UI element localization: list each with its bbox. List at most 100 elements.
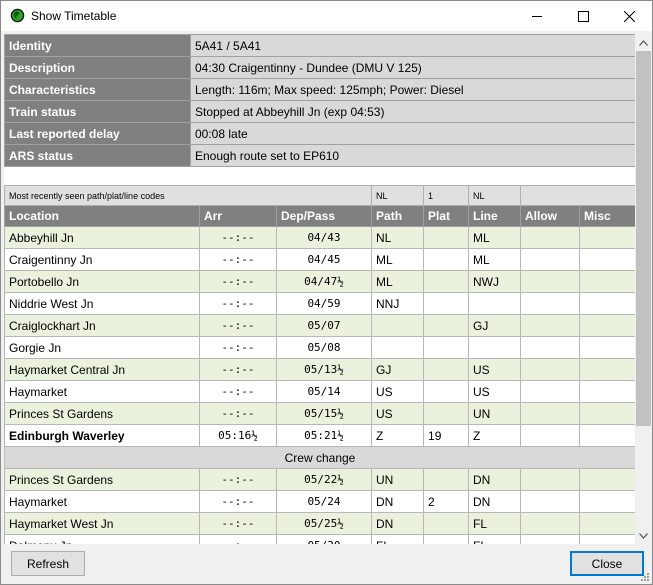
cell-allow xyxy=(520,512,581,535)
codes-plat: 1 xyxy=(423,185,470,206)
table-row[interactable]: Haymarket West Jn --:-- 05/25½ DN FL xyxy=(4,512,635,535)
cell-misc xyxy=(579,336,635,359)
table-row[interactable]: Princes St Gardens --:-- 05/22½ UN DN xyxy=(4,468,635,491)
cell-misc xyxy=(579,424,635,447)
cell-line xyxy=(468,292,522,315)
scrollbar-thumb[interactable] xyxy=(636,51,651,426)
cell-path: UN xyxy=(371,468,425,491)
cell-location: Haymarket xyxy=(4,380,200,403)
cell-line: US xyxy=(468,380,522,403)
codes-label: Most recently seen path/plat/line codes xyxy=(4,185,373,206)
cell-arr: --:-- xyxy=(199,336,277,359)
cell-allow xyxy=(520,490,581,513)
cell-misc xyxy=(579,314,635,337)
info-row: Description 04:30 Craigentinny - Dundee (… xyxy=(4,56,635,79)
table-row[interactable]: Haymarket --:-- 05/24 DN 2 DN xyxy=(4,490,635,513)
cell-location: Abbeyhill Jn xyxy=(4,226,200,249)
minimize-button[interactable] xyxy=(514,1,560,31)
cell-dep: 04/47½ xyxy=(275,270,373,293)
info-value: 5A41 / 5A41 xyxy=(190,34,635,57)
cell-location: Haymarket Central Jn xyxy=(4,358,200,381)
show-timetable-window: Show Timetable Identity 5A41 / 5A41 Descri… xyxy=(0,0,653,585)
col-path-header: Path xyxy=(371,205,425,227)
refresh-button[interactable]: Refresh xyxy=(11,551,85,576)
cell-dep: 05/30 xyxy=(275,534,373,544)
close-window-button[interactable] xyxy=(606,1,652,31)
cell-line: FL xyxy=(468,512,522,535)
cell-dep: 05/07 xyxy=(275,314,373,337)
table-row[interactable]: Dalmeny Jn--:--05/30FLFL xyxy=(4,534,635,544)
cell-arr: --:-- xyxy=(199,402,277,425)
cell-line: FL xyxy=(468,534,522,544)
close-button[interactable]: Close xyxy=(570,551,644,576)
globe-icon xyxy=(10,8,25,23)
info-label: Identity xyxy=(4,34,191,57)
cell-line: US xyxy=(468,358,522,381)
cell-dep: 05/22½ xyxy=(275,468,373,491)
table-row[interactable]: Craigentinny Jn --:-- 04/45 ML ML xyxy=(4,248,635,271)
table-row[interactable]: Edinburgh Waverley 05:16½ 05:21½ Z 19 Z xyxy=(4,424,635,447)
close-icon xyxy=(623,10,635,22)
cell-line: Z xyxy=(468,424,522,447)
cell-misc xyxy=(579,490,635,513)
cell-dep: 05/13½ xyxy=(275,358,373,381)
table-row[interactable]: Haymarket Central Jn --:-- 05/13½ GJ US xyxy=(4,358,635,381)
timetable-content: Identity 5A41 / 5A41 Description 04:30 Crai… xyxy=(4,34,635,544)
table-row[interactable]: Niddrie West Jn --:-- 04/59 NNJ xyxy=(4,292,635,315)
table-row[interactable]: Haymarket --:-- 05/14 US US xyxy=(4,380,635,403)
col-plat-header: Plat xyxy=(423,205,470,227)
info-row: Train status Stopped at Abbeyhill Jn (exp… xyxy=(4,100,635,123)
info-value: 04:30 Craigentinny - Dundee (DMU V 125) xyxy=(190,56,635,79)
cell-location: Craigentinny Jn xyxy=(4,248,200,271)
cell-dep: 04/43 xyxy=(275,226,373,249)
cell-dep: 04/45 xyxy=(275,248,373,271)
cell-arr: --:-- xyxy=(199,380,277,403)
table-row[interactable]: Craiglockhart Jn --:-- 05/07 GJ xyxy=(4,314,635,337)
cell-line: GJ xyxy=(468,314,522,337)
table-row[interactable]: Gorgie Jn --:-- 05/08 xyxy=(4,336,635,359)
cell-line: NWJ xyxy=(468,270,522,293)
cell-dep: 05/25½ xyxy=(275,512,373,535)
table-row[interactable]: Princes St Gardens --:-- 05/15½ US UN xyxy=(4,402,635,425)
codes-row: Most recently seen path/plat/line codes … xyxy=(4,185,635,206)
cell-dep: 05/08 xyxy=(275,336,373,359)
cell-misc xyxy=(579,468,635,491)
cell-dep: 05/15½ xyxy=(275,402,373,425)
cell-location: Haymarket West Jn xyxy=(4,512,200,535)
cell-misc xyxy=(579,226,635,249)
cell-line: DN xyxy=(468,490,522,513)
col-location-header: Location xyxy=(4,205,200,227)
title-bar[interactable]: Show Timetable xyxy=(1,1,652,31)
cell-dep: 05/14 xyxy=(275,380,373,403)
cell-plat xyxy=(423,402,470,425)
cell-misc xyxy=(579,358,635,381)
info-row: Last reported delay 00:08 late xyxy=(4,122,635,145)
cell-plat xyxy=(423,358,470,381)
cell-allow xyxy=(520,380,581,403)
table-row[interactable]: Abbeyhill Jn --:-- 04/43 NL ML xyxy=(4,226,635,249)
cell-allow xyxy=(520,424,581,447)
cell-location: Edinburgh Waverley xyxy=(4,424,200,447)
vertical-scrollbar[interactable] xyxy=(635,34,652,544)
info-row: Identity 5A41 / 5A41 xyxy=(4,34,635,57)
col-line-header: Line xyxy=(468,205,522,227)
scroll-up-arrow-icon[interactable] xyxy=(635,34,652,51)
timetable-table: Most recently seen path/plat/line codes … xyxy=(4,185,635,544)
info-value: 00:08 late xyxy=(190,122,635,145)
cell-line: ML xyxy=(468,226,522,249)
cell-arr: --:-- xyxy=(199,314,277,337)
info-value: Enough route set to EP610 xyxy=(190,144,635,167)
col-arr-header: Arr xyxy=(199,205,277,227)
crew-change-row[interactable]: Crew change xyxy=(4,446,635,469)
col-dep-header: Dep/Pass xyxy=(275,205,373,227)
cell-location: Portobello Jn xyxy=(4,270,200,293)
table-row[interactable]: Portobello Jn --:-- 04/47½ ML NWJ xyxy=(4,270,635,293)
cell-plat xyxy=(423,226,470,249)
maximize-button[interactable] xyxy=(560,1,606,31)
cell-line: DN xyxy=(468,468,522,491)
info-value: Length: 116m; Max speed: 125mph; Power: … xyxy=(190,78,635,101)
resize-grip-icon[interactable] xyxy=(638,570,650,582)
cell-allow xyxy=(520,358,581,381)
scroll-down-arrow-icon[interactable] xyxy=(635,527,652,544)
cell-location: Gorgie Jn xyxy=(4,336,200,359)
